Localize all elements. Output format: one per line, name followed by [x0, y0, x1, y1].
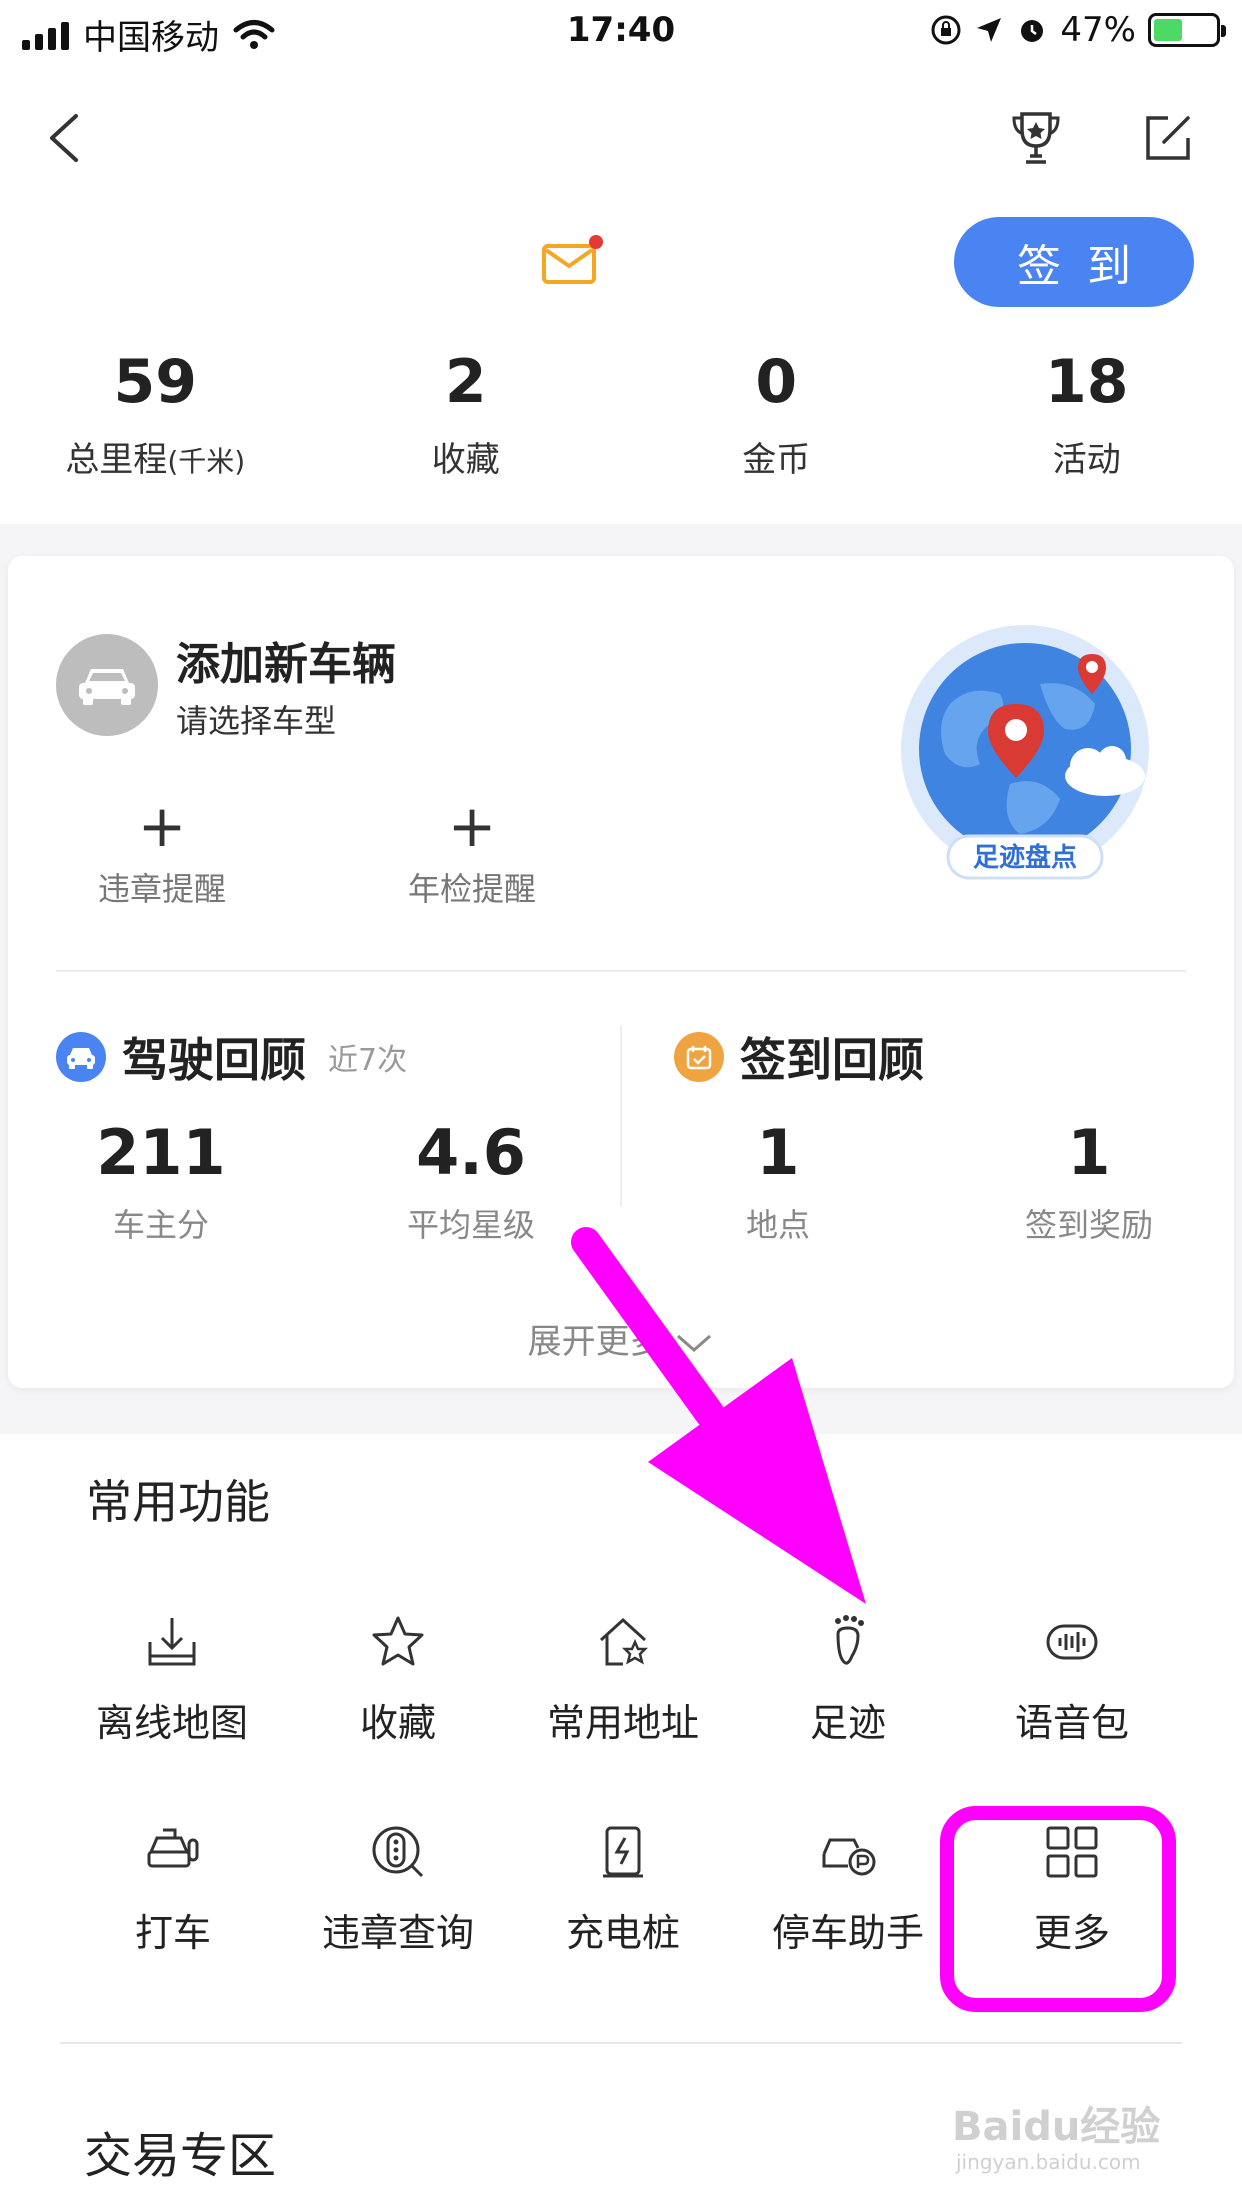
checkin-review-header[interactable]: 签到回顾 — [674, 1024, 924, 1090]
metric-avg-stars[interactable]: 4.6 平均星级 — [341, 1116, 601, 1246]
status-bar: 中国移动 17:40 47% — [0, 0, 1242, 62]
stat-value: 18 — [1045, 347, 1129, 417]
expand-label: 展开更多 — [527, 1322, 664, 1362]
func-common-address[interactable]: 常用地址 — [503, 1612, 743, 1747]
voice-pack-icon — [1046, 1624, 1098, 1660]
func-taxi[interactable]: 打车 — [53, 1822, 293, 1957]
battery-icon — [1148, 13, 1226, 47]
taxi-icon — [147, 1828, 199, 1868]
func-label: 停车助手 — [771, 1911, 924, 1955]
footprint-icon — [835, 1615, 864, 1665]
reminder-label: 年检提醒 — [407, 870, 536, 908]
stat-label: 总里程(千米) — [65, 440, 246, 480]
home-star-icon — [599, 1617, 649, 1666]
section-divider — [60, 2042, 1182, 2044]
watermark-url: jingyan.baidu.com — [956, 2150, 1141, 2174]
highlight-box — [940, 1806, 1176, 2012]
battery-level — [1154, 19, 1183, 41]
driving-review-header[interactable]: 驾驶回顾 近7次 — [56, 1024, 407, 1090]
metric-value: 211 — [96, 1116, 226, 1189]
footprint-badge: 足迹盘点 — [973, 842, 1077, 873]
functions-title: 常用功能 — [86, 1475, 270, 1529]
metric-places[interactable]: 1 地点 — [648, 1116, 908, 1246]
func-label: 常用地址 — [546, 1701, 699, 1745]
func-parking-assistant[interactable]: 停车助手 — [728, 1822, 968, 1957]
mail-icon[interactable] — [540, 232, 604, 290]
metric-label: 签到奖励 — [1024, 1206, 1153, 1244]
metric-value: 1 — [1067, 1116, 1111, 1189]
checkin-button[interactable]: 签到 — [954, 217, 1194, 307]
add-vehicle-subtitle[interactable]: 请选择车型 — [176, 696, 336, 742]
metric-label: 平均星级 — [406, 1206, 535, 1244]
car-avatar[interactable] — [56, 634, 158, 736]
metric-rewards[interactable]: 1 签到奖励 — [959, 1116, 1219, 1246]
plus-icon: + — [447, 792, 497, 860]
func-offline-map[interactable]: 离线地图 — [52, 1612, 292, 1747]
offline-map-icon — [148, 1618, 196, 1666]
stat-value: 2 — [444, 347, 487, 417]
func-label: 语音包 — [1014, 1701, 1129, 1745]
plus-icon: + — [137, 792, 187, 860]
func-label: 足迹 — [809, 1701, 886, 1745]
driving-review-subtitle: 近7次 — [328, 1043, 408, 1078]
func-label: 收藏 — [359, 1701, 436, 1745]
stat-favorites[interactable]: 2 收藏 — [311, 346, 622, 481]
footprint-globe[interactable]: 足迹盘点 — [890, 624, 1160, 884]
watermark-logo: Baidu经验 — [952, 2104, 1161, 2150]
stat-label: 收藏 — [431, 440, 500, 480]
chevron-down-icon — [677, 1334, 712, 1352]
checkin-review-icon — [674, 1032, 724, 1082]
stat-value: 0 — [755, 347, 798, 417]
driving-review-title: 驾驶回顾 — [122, 1033, 306, 1087]
star-icon — [372, 1616, 424, 1666]
checkin-review-title: 签到回顾 — [740, 1033, 924, 1087]
vehicle-card: 添加新车辆 请选择车型 + 违章提醒 + 年检提醒 足迹盘点 驾驶回顾 近7次 … — [8, 556, 1234, 1388]
func-label: 违章查询 — [321, 1911, 474, 1955]
trophy-icon[interactable] — [1006, 108, 1066, 168]
func-violation-query[interactable]: 违章查询 — [278, 1822, 518, 1957]
reminder-label: 违章提醒 — [97, 870, 226, 908]
location-arrow-icon — [977, 18, 1002, 42]
metric-owner-score[interactable]: 211 车主分 — [31, 1116, 291, 1246]
metric-value: 1 — [756, 1116, 800, 1189]
stat-activities[interactable]: 18 活动 — [932, 346, 1242, 481]
back-icon[interactable] — [40, 108, 90, 168]
func-label: 打车 — [134, 1911, 211, 1955]
battery-percent: 47% — [1060, 10, 1136, 50]
stats-row: 59 总里程(千米) 2 收藏 0 金币 18 活动 — [0, 346, 1242, 481]
card-divider-vertical — [620, 1026, 622, 1206]
metric-value: 4.6 — [416, 1116, 526, 1189]
car-icon — [79, 669, 135, 705]
func-voice-pack[interactable]: 语音包 — [952, 1612, 1192, 1747]
metric-label: 地点 — [745, 1206, 810, 1244]
func-charging-pile[interactable]: 充电桩 — [503, 1822, 743, 1957]
rotation-lock-icon — [931, 15, 961, 45]
violation-query-icon — [372, 1826, 424, 1878]
inspection-reminder[interactable]: + 年检提醒 — [372, 796, 572, 910]
stat-label: 活动 — [1052, 440, 1121, 480]
alarm-icon — [1021, 20, 1044, 42]
card-divider — [56, 970, 1186, 972]
driving-review-icon — [56, 1032, 106, 1082]
stat-coins[interactable]: 0 金币 — [621, 346, 932, 481]
parking-icon — [822, 1838, 876, 1876]
add-vehicle-title[interactable]: 添加新车辆 — [176, 628, 396, 692]
stat-value: 59 — [113, 347, 198, 417]
charging-pile-icon — [603, 1826, 643, 1878]
func-label: 离线地图 — [95, 1701, 248, 1745]
stat-mileage[interactable]: 59 总里程(千米) — [0, 346, 311, 481]
func-label: 充电桩 — [565, 1911, 680, 1955]
edit-icon[interactable] — [1138, 108, 1198, 168]
func-footprint[interactable]: 足迹 — [728, 1612, 968, 1747]
func-favorites[interactable]: 收藏 — [278, 1612, 518, 1747]
violation-reminder[interactable]: + 违章提醒 — [62, 796, 262, 910]
metric-label: 车主分 — [112, 1206, 209, 1244]
stat-label: 金币 — [742, 440, 811, 480]
expand-more[interactable]: 展开更多 — [8, 1314, 1234, 1363]
top-nav — [0, 90, 1242, 180]
trade-section-title: 交易专区 — [84, 2128, 277, 2184]
